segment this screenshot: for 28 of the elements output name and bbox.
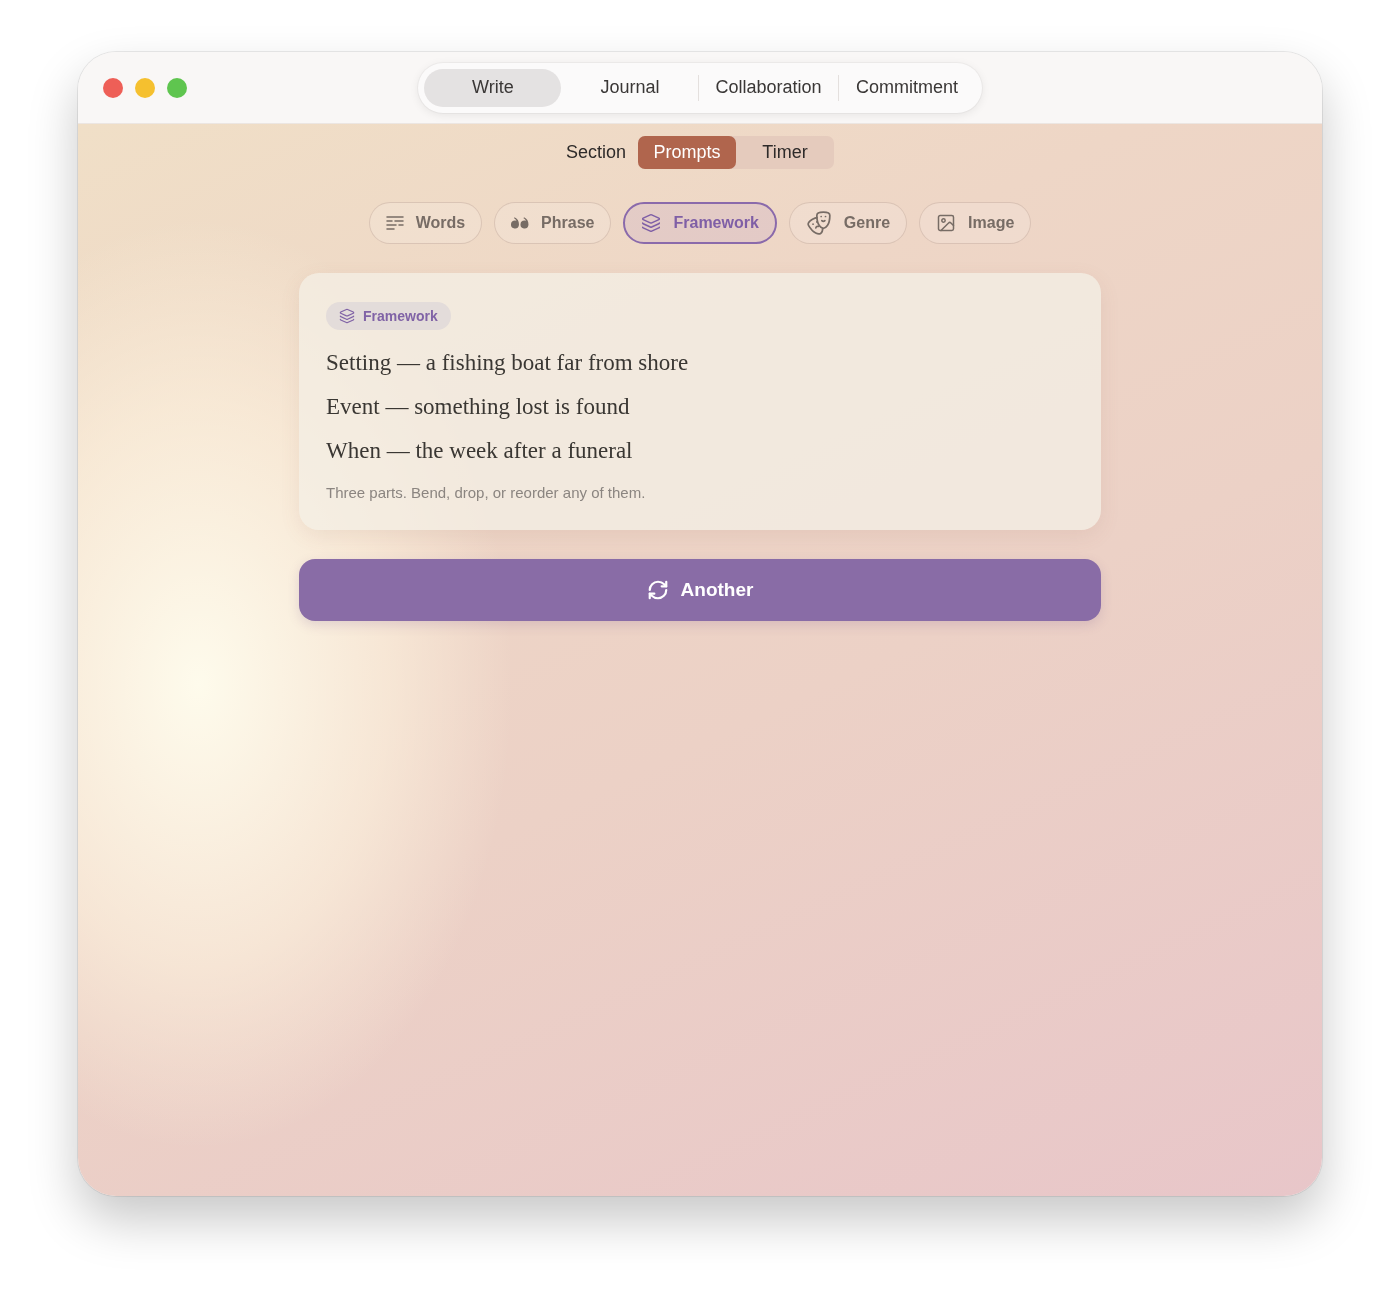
segment-tab[interactable]: Prompts [638,136,736,169]
close-window-button[interactable] [103,77,123,98]
top-tab[interactable]: Write [424,68,562,107]
prompt-line: Event — something lost is found [326,393,630,421]
text-lines-icon [385,216,404,230]
top-tab[interactable]: Commitment [838,68,976,107]
quote-icon [511,217,530,229]
picture-icon [936,213,957,233]
layers-icon [641,213,662,233]
hint-text: Three parts. Bend, drop, or reorder any of them. [326,483,646,503]
another-button[interactable]: Another [299,559,1101,621]
refresh-icon [646,579,669,601]
theater-masks-icon [805,210,832,236]
prompt-type-chip[interactable]: Framework [623,202,777,244]
prompt-type-chip[interactable]: Phrase [494,202,612,244]
layers-icon [339,308,355,324]
top-tab[interactable]: Collaboration [699,68,838,107]
prompt-line: Setting — a fishing boat far from shore [326,349,689,377]
section-label: Section [565,142,626,163]
prompt-type-chip[interactable]: Genre [788,202,908,244]
badge-label: Framework [363,308,438,324]
minimize-window-button[interactable] [135,77,155,98]
prompt-type-chip[interactable]: Image [919,202,1032,244]
top-tab[interactable]: Journal [561,68,699,107]
prompt-line: When — the week after a funeral [326,437,633,465]
zoom-window-button[interactable] [167,77,187,98]
prompt-type-chip[interactable]: Words [368,202,483,244]
segment-tab[interactable]: Timer [736,136,834,169]
